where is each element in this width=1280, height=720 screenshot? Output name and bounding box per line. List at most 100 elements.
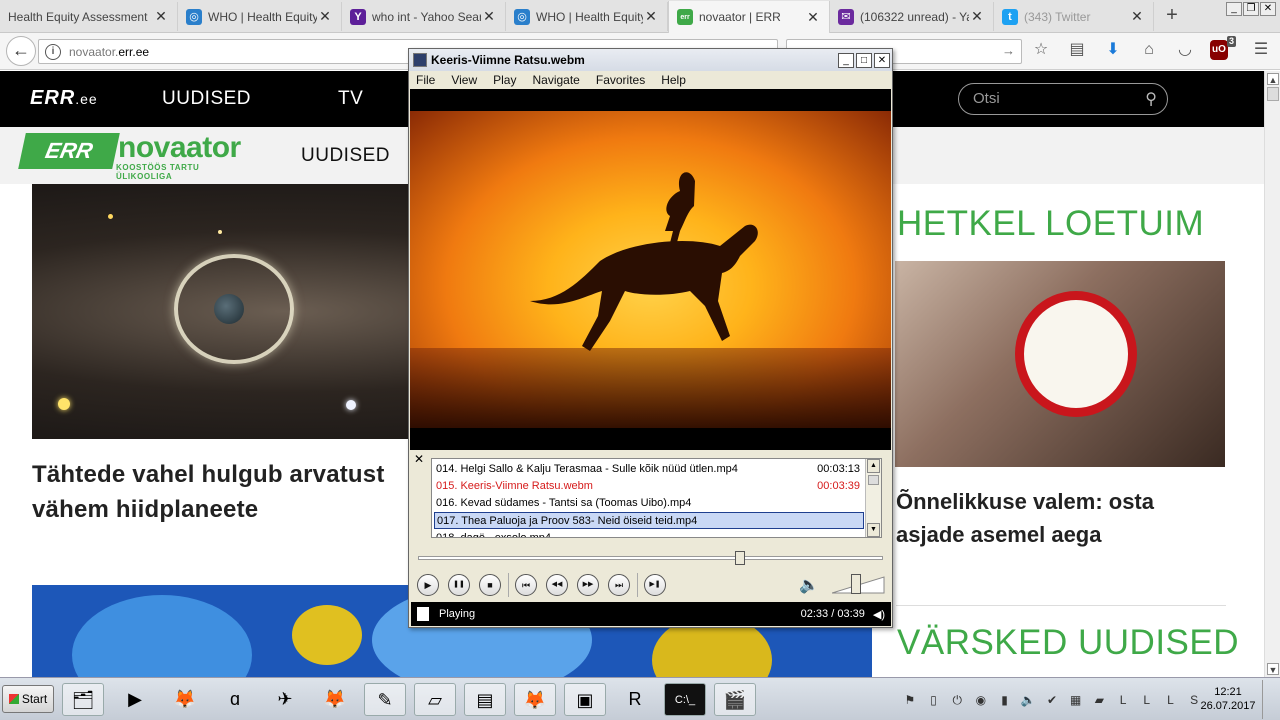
- frame-step-button[interactable]: ▶❚: [644, 574, 666, 596]
- reading-list-icon[interactable]: ▤: [1066, 39, 1088, 61]
- explorer-taskbar-icon[interactable]: 🗂: [62, 683, 104, 716]
- close-tab-icon[interactable]: ✕: [153, 8, 169, 25]
- playlist-scroll-down-icon[interactable]: ▼: [867, 523, 880, 537]
- forward-button[interactable]: ▶▶: [577, 574, 599, 596]
- tab-yahoo-mail[interactable]: ✉ (106322 unread) - Ya ✕: [830, 2, 994, 31]
- player-minimize-button[interactable]: _: [838, 52, 854, 68]
- menu-play[interactable]: Play: [493, 73, 516, 87]
- status-speaker-icon[interactable]: ◀): [873, 608, 885, 621]
- close-tab-icon[interactable]: ✕: [317, 8, 333, 25]
- playlist-item-current[interactable]: 015. Keeris-Viimne Ratsu.webm 00:03:39: [434, 478, 864, 495]
- close-tab-icon[interactable]: ✕: [481, 8, 497, 25]
- media-player-active-taskbar-icon[interactable]: 🎬: [714, 683, 756, 716]
- pocket-icon[interactable]: ◡: [1174, 39, 1196, 61]
- stop-button[interactable]: ■: [479, 574, 501, 596]
- tab-who-health-equity-2[interactable]: ◎ WHO | Health Equity A ✕: [506, 2, 668, 31]
- scroll-down-arrow-icon[interactable]: ▼: [1267, 663, 1279, 675]
- scroll-thumb[interactable]: [1267, 87, 1279, 101]
- lav-tray-icon[interactable]: L: [1163, 692, 1179, 708]
- menu-help[interactable]: Help: [661, 73, 686, 87]
- playlist-scroll-up-icon[interactable]: ▲: [867, 459, 880, 473]
- pause-button[interactable]: ❚❚: [448, 574, 470, 596]
- security-tray-icon[interactable]: ✔: [1044, 692, 1060, 708]
- play-button[interactable]: ▶: [417, 574, 439, 596]
- notes-taskbar-icon[interactable]: ▱: [414, 683, 456, 716]
- tab-yahoo-search[interactable]: Y who int - Yahoo Searc ✕: [342, 2, 506, 31]
- volume-thumb[interactable]: [851, 574, 862, 594]
- site-info-icon[interactable]: i: [45, 43, 61, 60]
- power-tray-icon[interactable]: ⏻: [949, 692, 965, 708]
- seek-bar[interactable]: [418, 551, 883, 565]
- tab-novaator-err[interactable]: err novaator | ERR ✕: [668, 1, 830, 33]
- hardware-tray-icon[interactable]: ▦: [1068, 692, 1084, 708]
- nav-uudised[interactable]: UUDISED: [162, 88, 251, 110]
- rewind-button[interactable]: ◀◀: [546, 574, 568, 596]
- tab-health-equity-assessment[interactable]: Health Equity Assessment ✕: [0, 2, 178, 31]
- subnav-uudised[interactable]: UUDISED: [301, 145, 390, 167]
- volume-slider[interactable]: [831, 574, 886, 595]
- start-button[interactable]: Start: [2, 685, 54, 713]
- close-tab-icon[interactable]: ✕: [969, 8, 985, 25]
- menu-view[interactable]: View: [451, 73, 477, 87]
- new-tab-button[interactable]: +: [1160, 4, 1184, 28]
- player-close-button[interactable]: ✕: [874, 52, 890, 68]
- tab-twitter[interactable]: t (343) Twitter ✕: [994, 2, 1154, 31]
- nav-tv[interactable]: TV: [338, 88, 363, 110]
- article-image-clock[interactable]: [895, 261, 1225, 467]
- next-button[interactable]: ⏭: [608, 574, 630, 596]
- right-article-title[interactable]: Õnnelikkuse valem: osta asjade asemel ae…: [896, 485, 1226, 551]
- thunderbird-taskbar-icon[interactable]: ✈: [264, 683, 306, 716]
- close-tab-icon[interactable]: ✕: [643, 8, 659, 25]
- player-maximize-button[interactable]: □: [856, 52, 872, 68]
- menu-file[interactable]: File: [416, 73, 435, 87]
- network-tray-icon[interactable]: ▮: [997, 692, 1013, 708]
- seek-thumb[interactable]: [734, 551, 745, 565]
- menu-favorites[interactable]: Favorites: [596, 73, 645, 87]
- back-button[interactable]: ←: [6, 36, 36, 66]
- video-area[interactable]: [410, 89, 891, 450]
- scroll-up-arrow-icon[interactable]: ▲: [1267, 73, 1279, 85]
- player-titlebar[interactable]: Keeris-Viimne Ratsu.webm _ □ ✕: [409, 49, 892, 71]
- editor-taskbar-icon[interactable]: ✎: [364, 683, 406, 716]
- playlist-close-icon[interactable]: ✕: [414, 452, 424, 466]
- firefox-taskbar-icon[interactable]: 🦊: [314, 683, 356, 716]
- playlist-item[interactable]: 018. dagö - exsolo.mp4: [434, 530, 864, 537]
- ublock-icon[interactable]: uO 3: [1210, 36, 1236, 60]
- search-go-icon[interactable]: →: [1002, 43, 1015, 58]
- playlist-item[interactable]: 014. Helgi Sallo & Kalju Terasmaa - Sull…: [434, 461, 864, 478]
- volume-tray-icon[interactable]: 🔈: [1020, 692, 1036, 708]
- close-tab-icon[interactable]: ✕: [805, 9, 821, 26]
- firefox-taskbar-icon[interactable]: 🦊: [164, 683, 206, 716]
- downloads-icon[interactable]: ⬇: [1102, 39, 1124, 61]
- home-icon[interactable]: ⌂: [1138, 39, 1160, 61]
- lav-tray-icon[interactable]: L: [1139, 692, 1155, 708]
- menu-navigate[interactable]: Navigate: [532, 73, 579, 87]
- show-desktop-button[interactable]: [1262, 680, 1278, 719]
- document-taskbar-icon[interactable]: ▤: [464, 683, 506, 716]
- playlist-item-selected[interactable]: 017. Thea Paluoja ja Proov 583- Neid öis…: [434, 512, 864, 529]
- page-scrollbar[interactable]: ▲ ▼: [1264, 71, 1280, 677]
- playlist-item[interactable]: 016. Kevad südames - Tantsi sa (Toomas U…: [434, 495, 864, 512]
- playlist-scrollbar[interactable]: ▲ ▼: [865, 459, 881, 537]
- monitor-taskbar-icon[interactable]: ▣: [564, 683, 606, 716]
- err-logo[interactable]: ERR.ee: [30, 87, 98, 110]
- speaker-icon[interactable]: 🔈: [799, 575, 819, 595]
- language-tray-icon[interactable]: ▰: [1092, 692, 1108, 708]
- lav-tray-icon[interactable]: L: [1115, 692, 1131, 708]
- flag-tray-icon[interactable]: ⚑: [902, 692, 918, 708]
- taskbar-clock[interactable]: 12:21 26.07.2017: [1200, 685, 1256, 713]
- bookmark-star-icon[interactable]: ☆: [1030, 39, 1052, 61]
- main-article-title[interactable]: Tähtede vahel hulgub arvatust vähem hiid…: [32, 457, 432, 527]
- media-player-taskbar-icon[interactable]: ▶: [114, 683, 156, 716]
- err-search-input[interactable]: Otsi ⚲: [958, 83, 1168, 115]
- restore-window-button[interactable]: ❐: [1243, 2, 1259, 16]
- r-taskbar-icon[interactable]: R: [614, 683, 656, 716]
- hamburger-menu-icon[interactable]: ☰: [1250, 39, 1272, 61]
- minimize-window-button[interactable]: _: [1226, 2, 1242, 16]
- novaator-logo[interactable]: ERR novaator KOOSTÖÖS TARTU ÜLIKOOLIGA: [18, 131, 258, 181]
- previous-button[interactable]: ⏮: [515, 574, 537, 596]
- firefox-active-taskbar-icon[interactable]: 🦊: [514, 683, 556, 716]
- search-icon[interactable]: ⚲: [1145, 89, 1157, 109]
- browser-tray-icon[interactable]: ◉: [973, 692, 989, 708]
- close-tab-icon[interactable]: ✕: [1129, 8, 1145, 25]
